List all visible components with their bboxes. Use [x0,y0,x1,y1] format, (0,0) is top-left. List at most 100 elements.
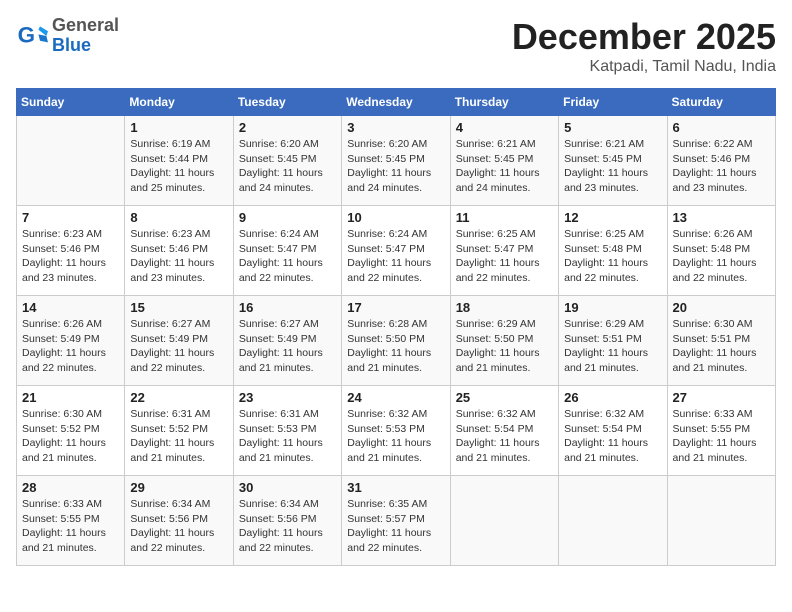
day-info: Sunrise: 6:34 AM Sunset: 5:56 PM Dayligh… [239,497,336,556]
day-info: Sunrise: 6:27 AM Sunset: 5:49 PM Dayligh… [239,317,336,376]
calendar-cell: 5 Sunrise: 6:21 AM Sunset: 5:45 PM Daylig… [559,116,667,206]
calendar-table: SundayMondayTuesdayWednesdayThursdayFrid… [16,88,776,566]
calendar-cell: 27 Sunrise: 6:33 AM Sunset: 5:55 PM Dayli… [667,386,775,476]
day-info: Sunrise: 6:24 AM Sunset: 5:47 PM Dayligh… [347,227,444,286]
location-title: Katpadi, Tamil Nadu, India [512,58,776,76]
day-header-wednesday: Wednesday [342,89,450,116]
day-info: Sunrise: 6:26 AM Sunset: 5:49 PM Dayligh… [22,317,119,376]
logo: G General Blue [16,16,119,56]
calendar-cell [667,476,775,566]
calendar-cell: 25Sunrise: 6:32 AM Sunset: 5:54 PM Dayli… [450,386,558,476]
day-number: 6 [673,120,770,135]
day-number: 4 [456,120,553,135]
calendar-week-3: 14 Sunrise: 6:26 AM Sunset: 5:49 PM Dayli… [17,296,776,386]
calendar-cell: 1 Sunrise: 6:19 AM Sunset: 5:44 PM Daylig… [125,116,233,206]
calendar-cell: 4Sunrise: 6:21 AM Sunset: 5:45 PM Daylig… [450,116,558,206]
day-number: 8 [130,210,227,225]
calendar-cell: 10 Sunrise: 6:24 AM Sunset: 5:47 PM Dayli… [342,206,450,296]
day-info: Sunrise: 6:19 AM Sunset: 5:44 PM Dayligh… [130,137,227,196]
day-info: Sunrise: 6:20 AM Sunset: 5:45 PM Dayligh… [347,137,444,196]
day-header-sunday: Sunday [17,89,125,116]
day-info: Sunrise: 6:31 AM Sunset: 5:53 PM Dayligh… [239,407,336,466]
day-number: 17 [347,300,444,315]
calendar-cell: 31 Sunrise: 6:35 AM Sunset: 5:57 PM Dayli… [342,476,450,566]
day-number: 15 [130,300,227,315]
day-header-thursday: Thursday [450,89,558,116]
calendar-header-row: SundayMondayTuesdayWednesdayThursdayFrid… [17,89,776,116]
calendar-week-2: 7 Sunrise: 6:23 AM Sunset: 5:46 PM Daylig… [17,206,776,296]
calendar-cell [450,476,558,566]
calendar-cell: 3Sunrise: 6:20 AM Sunset: 5:45 PM Daylig… [342,116,450,206]
calendar-cell: 20Sunrise: 6:30 AM Sunset: 5:51 PM Dayli… [667,296,775,386]
day-info: Sunrise: 6:21 AM Sunset: 5:45 PM Dayligh… [564,137,661,196]
day-info: Sunrise: 6:34 AM Sunset: 5:56 PM Dayligh… [130,497,227,556]
day-header-saturday: Saturday [667,89,775,116]
day-number: 22 [130,390,227,405]
day-info: Sunrise: 6:26 AM Sunset: 5:48 PM Dayligh… [673,227,770,286]
calendar-cell: 29 Sunrise: 6:34 AM Sunset: 5:56 PM Dayli… [125,476,233,566]
calendar-cell: 15 Sunrise: 6:27 AM Sunset: 5:49 PM Dayli… [125,296,233,386]
day-info: Sunrise: 6:20 AM Sunset: 5:45 PM Dayligh… [239,137,336,196]
logo-text: General Blue [52,16,119,56]
day-number: 20 [673,300,770,315]
day-info: Sunrise: 6:23 AM Sunset: 5:46 PM Dayligh… [22,227,119,286]
day-number: 5 [564,120,661,135]
day-number: 31 [347,480,444,495]
calendar-week-4: 21Sunrise: 6:30 AM Sunset: 5:52 PM Dayli… [17,386,776,476]
calendar-cell [17,116,125,206]
day-info: Sunrise: 6:32 AM Sunset: 5:54 PM Dayligh… [456,407,553,466]
day-number: 29 [130,480,227,495]
day-number: 26 [564,390,661,405]
day-info: Sunrise: 6:33 AM Sunset: 5:55 PM Dayligh… [673,407,770,466]
day-number: 1 [130,120,227,135]
day-info: Sunrise: 6:29 AM Sunset: 5:51 PM Dayligh… [564,317,661,376]
calendar-cell [559,476,667,566]
day-number: 30 [239,480,336,495]
day-info: Sunrise: 6:35 AM Sunset: 5:57 PM Dayligh… [347,497,444,556]
calendar-cell: 21Sunrise: 6:30 AM Sunset: 5:52 PM Dayli… [17,386,125,476]
day-number: 13 [673,210,770,225]
calendar-cell: 26 Sunrise: 6:32 AM Sunset: 5:54 PM Dayli… [559,386,667,476]
page-header: G General Blue December 2025 Katpadi, Ta… [16,16,776,76]
day-info: Sunrise: 6:32 AM Sunset: 5:53 PM Dayligh… [347,407,444,466]
day-info: Sunrise: 6:22 AM Sunset: 5:46 PM Dayligh… [673,137,770,196]
day-info: Sunrise: 6:23 AM Sunset: 5:46 PM Dayligh… [130,227,227,286]
day-number: 12 [564,210,661,225]
calendar-cell: 22 Sunrise: 6:31 AM Sunset: 5:52 PM Dayli… [125,386,233,476]
logo-general: General [52,16,119,36]
calendar-cell: 19 Sunrise: 6:29 AM Sunset: 5:51 PM Dayli… [559,296,667,386]
day-info: Sunrise: 6:29 AM Sunset: 5:50 PM Dayligh… [456,317,553,376]
day-number: 14 [22,300,119,315]
day-number: 23 [239,390,336,405]
day-number: 2 [239,120,336,135]
calendar-cell: 6 Sunrise: 6:22 AM Sunset: 5:46 PM Daylig… [667,116,775,206]
day-header-tuesday: Tuesday [233,89,341,116]
day-number: 27 [673,390,770,405]
calendar-cell: 11 Sunrise: 6:25 AM Sunset: 5:47 PM Dayli… [450,206,558,296]
day-info: Sunrise: 6:30 AM Sunset: 5:52 PM Dayligh… [22,407,119,466]
day-info: Sunrise: 6:25 AM Sunset: 5:47 PM Dayligh… [456,227,553,286]
month-title: December 2025 [512,16,776,58]
day-number: 19 [564,300,661,315]
day-info: Sunrise: 6:27 AM Sunset: 5:49 PM Dayligh… [130,317,227,376]
calendar-week-5: 28 Sunrise: 6:33 AM Sunset: 5:55 PM Dayli… [17,476,776,566]
day-info: Sunrise: 6:31 AM Sunset: 5:52 PM Dayligh… [130,407,227,466]
day-number: 11 [456,210,553,225]
day-number: 18 [456,300,553,315]
day-info: Sunrise: 6:24 AM Sunset: 5:47 PM Dayligh… [239,227,336,286]
calendar-cell: 18 Sunrise: 6:29 AM Sunset: 5:50 PM Dayli… [450,296,558,386]
calendar-cell: 12 Sunrise: 6:25 AM Sunset: 5:48 PM Dayli… [559,206,667,296]
day-number: 7 [22,210,119,225]
day-info: Sunrise: 6:32 AM Sunset: 5:54 PM Dayligh… [564,407,661,466]
day-info: Sunrise: 6:33 AM Sunset: 5:55 PM Dayligh… [22,497,119,556]
day-info: Sunrise: 6:28 AM Sunset: 5:50 PM Dayligh… [347,317,444,376]
day-number: 9 [239,210,336,225]
day-number: 10 [347,210,444,225]
calendar-cell: 28 Sunrise: 6:33 AM Sunset: 5:55 PM Dayli… [17,476,125,566]
calendar-cell: 14 Sunrise: 6:26 AM Sunset: 5:49 PM Dayli… [17,296,125,386]
calendar-cell: 17 Sunrise: 6:28 AM Sunset: 5:50 PM Dayli… [342,296,450,386]
day-number: 16 [239,300,336,315]
day-number: 28 [22,480,119,495]
day-info: Sunrise: 6:25 AM Sunset: 5:48 PM Dayligh… [564,227,661,286]
logo-blue: Blue [52,36,119,56]
